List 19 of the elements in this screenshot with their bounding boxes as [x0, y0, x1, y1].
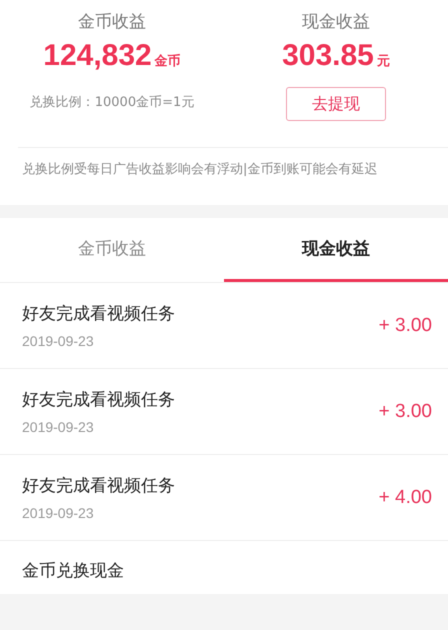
record-title: 好友完成看视频任务 — [22, 475, 175, 497]
record-date: 2019-09-23 — [22, 419, 95, 435]
record-amount: + 3.00 — [378, 314, 432, 336]
record-title: 金币兑换现金 — [22, 560, 124, 582]
exchange-rate: 兑换比例：10000金币=1元 — [30, 94, 194, 111]
notice-text: 兑换比例受每日广告收益影响会有浮动|金币到账可能会有延迟 — [21, 161, 378, 178]
record-title: 好友完成看视频任务 — [22, 389, 175, 411]
record-amount: + 4.00 — [378, 486, 432, 508]
summary-title: 金币收益 — [78, 11, 146, 33]
record-amount: + 3.00 — [378, 400, 432, 422]
amount-unit: 元 — [376, 53, 390, 70]
amount-unit: 金币 — [154, 52, 181, 70]
record-date: 2019-09-23 — [22, 333, 95, 349]
summary-title: 现金收益 — [302, 11, 370, 33]
withdraw-button[interactable]: 去提现 — [286, 87, 386, 121]
record-title: 好友完成看视频任务 — [22, 303, 175, 325]
summary-amount: 124,832 — [43, 39, 152, 73]
record-date: 2019-09-23 — [22, 505, 95, 521]
summary-amount: 303.85 — [282, 39, 374, 73]
